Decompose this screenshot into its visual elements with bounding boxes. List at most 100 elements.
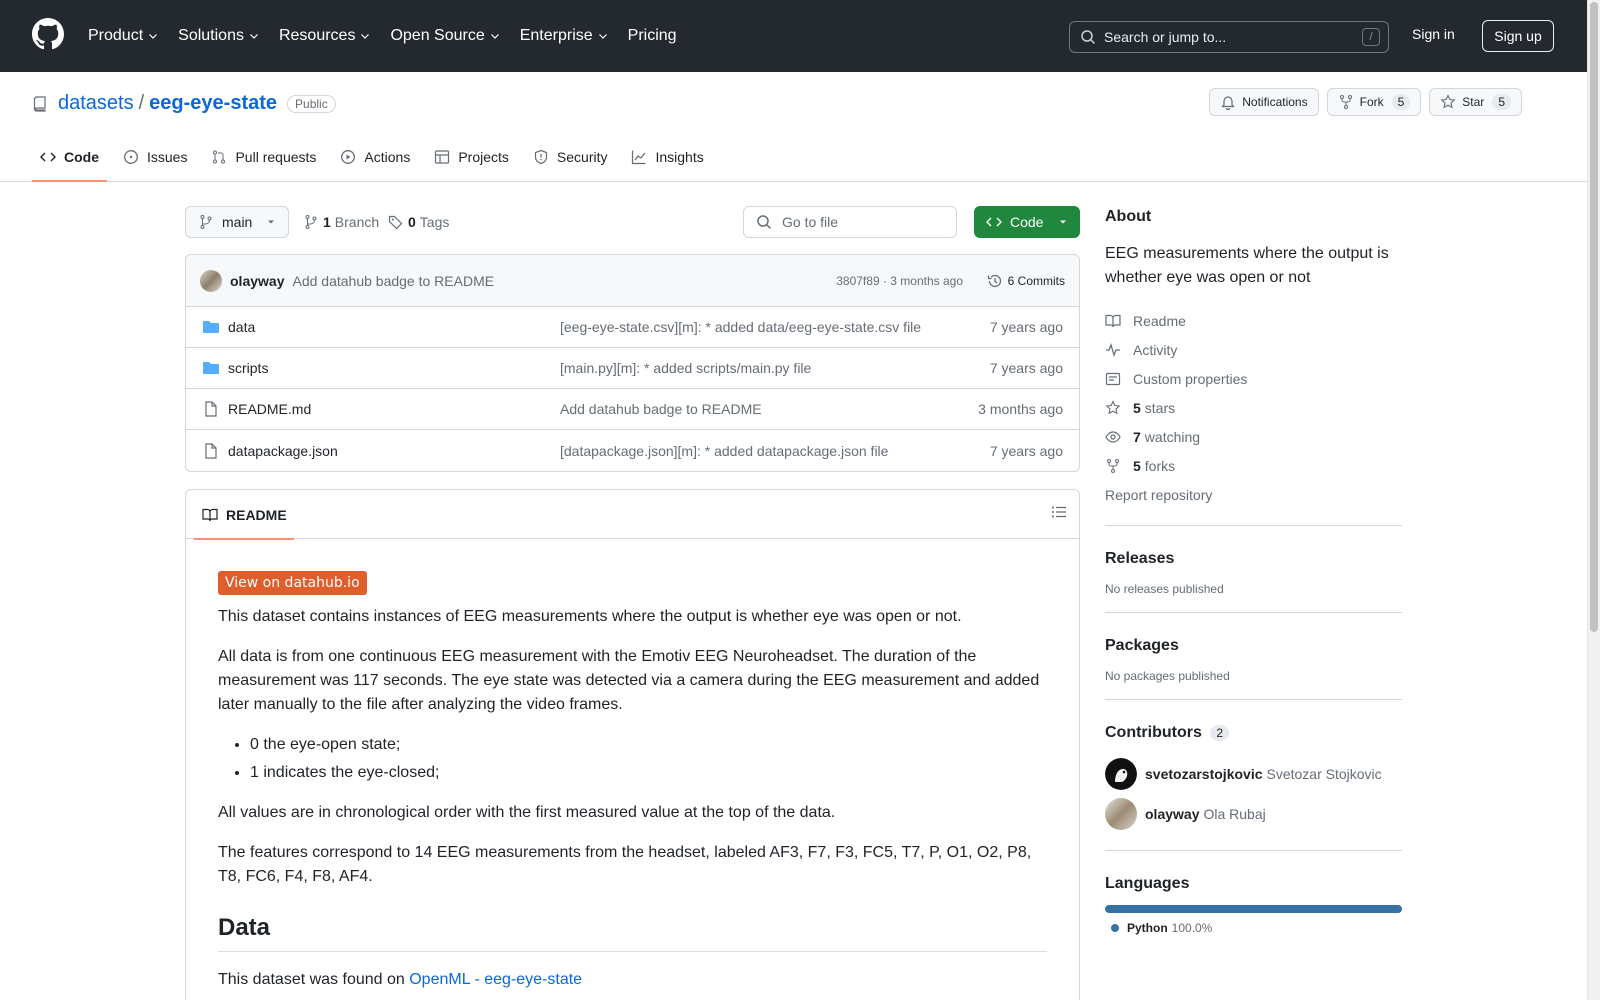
file-commit-message[interactable]: [main.py][m]: * added scripts/main.py fi…	[560, 360, 811, 376]
readme-paragraph: All data is from one continuous EEG meas…	[218, 648, 1040, 713]
nav-solutions[interactable]: Solutions	[178, 27, 266, 45]
search-placeholder: Search or jump to...	[1104, 29, 1227, 45]
repo-actions: Notifications Fork 5 Star 5	[1209, 88, 1522, 116]
readme-paragraph: This dataset contains instances of EEG m…	[218, 608, 962, 625]
language-item[interactable]: Python 100.0%	[1105, 921, 1402, 935]
repo-name-link[interactable]: eeg-eye-state	[149, 92, 277, 115]
commit-author-link[interactable]: olayway	[230, 273, 284, 289]
nav-pricing[interactable]: Pricing	[628, 27, 683, 45]
repo-icon	[33, 95, 46, 112]
table-of-contents-button[interactable]	[1051, 504, 1067, 520]
language-name: Python	[1127, 921, 1168, 935]
tab-label: Code	[64, 149, 99, 165]
readme-link[interactable]: Readme	[1105, 306, 1402, 335]
nav-resources[interactable]: Resources	[279, 27, 377, 45]
tab-actions[interactable]: Actions	[332, 132, 418, 182]
chevron-down-icon	[149, 34, 158, 39]
branches-link[interactable]: 1 Branch	[303, 214, 379, 230]
repo-tabs: Code Issues Pull requests Actions Projec…	[32, 132, 720, 182]
commit-hash-time[interactable]: 3807f89 · 3 months ago	[836, 274, 963, 288]
commits-history-link[interactable]: 6 Commits	[987, 273, 1065, 289]
contributors-header[interactable]: Contributors 2	[1105, 724, 1402, 742]
tags-link[interactable]: 0 Tags	[388, 214, 449, 230]
tab-label: Insights	[655, 149, 704, 165]
star-icon	[1105, 399, 1121, 414]
scrollbar-thumb[interactable]	[1590, 2, 1598, 632]
global-nav: Product Solutions Resources Open Source …	[88, 0, 696, 72]
stars-link[interactable]: 5 stars	[1105, 393, 1402, 422]
code-dropdown-button[interactable]: Code	[974, 206, 1080, 238]
file-commit-message[interactable]: Add datahub badge to README	[560, 401, 762, 417]
fork-button[interactable]: Fork 5	[1326, 88, 1422, 116]
history-icon	[987, 274, 1001, 287]
tag-count: 0	[408, 214, 416, 230]
stars-count: 5	[1133, 399, 1141, 416]
commits-count: 6 Commits	[1007, 273, 1065, 288]
tab-insights[interactable]: Insights	[623, 132, 711, 182]
readme-tab[interactable]: README	[194, 490, 294, 540]
caret-down-icon	[1060, 220, 1066, 224]
star-label: Star	[1462, 95, 1485, 109]
global-search-input[interactable]: Search or jump to... /	[1069, 21, 1389, 53]
list-unordered-icon	[1052, 506, 1066, 518]
packages-title[interactable]: Packages	[1105, 637, 1402, 655]
nav-enterprise[interactable]: Enterprise	[520, 27, 615, 45]
repo-owner-link[interactable]: datasets	[58, 92, 134, 115]
notifications-button[interactable]: Notifications	[1209, 88, 1319, 116]
datahub-badge-link[interactable]: View on datahub.io	[218, 571, 367, 595]
file-commit-message[interactable]: [eeg-eye-state.csv][m]: * added data/eeg…	[560, 319, 921, 335]
latest-commit-row: olayway Add datahub badge to README 3807…	[186, 255, 1079, 307]
github-logo-icon[interactable]	[32, 18, 64, 50]
file-row[interactable]: data [eeg-eye-state.csv][m]: * added dat…	[186, 307, 1079, 348]
nav-open-source[interactable]: Open Source	[390, 27, 506, 45]
file-row[interactable]: README.md Add datahub badge to README 3 …	[186, 389, 1079, 430]
file-row[interactable]: datapackage.json [datapackage.json][m]: …	[186, 430, 1079, 471]
forks-link[interactable]: 5 forks	[1105, 451, 1402, 480]
star-button[interactable]: Star 5	[1429, 88, 1522, 116]
watching-count: 7	[1133, 428, 1141, 445]
sign-up-button[interactable]: Sign up	[1482, 20, 1554, 52]
watching-link[interactable]: 7 watching	[1105, 422, 1402, 451]
contributor-item[interactable]: svetozarstojkovic Svetozar Stojkovic	[1105, 754, 1402, 794]
search-icon	[1081, 30, 1096, 45]
go-to-file-input[interactable]: Go to file	[743, 206, 957, 238]
tab-security[interactable]: Security	[525, 132, 616, 182]
chevron-down-icon	[361, 34, 370, 39]
tab-issues[interactable]: Issues	[115, 132, 195, 182]
list-item: 1 indicates the eye-closed;	[250, 761, 1047, 785]
file-name-link[interactable]: datapackage.json	[228, 443, 338, 459]
nav-product[interactable]: Product	[88, 27, 165, 45]
file-name-link[interactable]: scripts	[228, 360, 268, 376]
readme-heading-data: Data	[218, 913, 1047, 952]
tab-code[interactable]: Code	[32, 132, 107, 182]
page-scrollbar[interactable]	[1587, 0, 1600, 1000]
file-age: 7 years ago	[989, 442, 1063, 459]
contributors-title: Contributors	[1105, 724, 1202, 741]
tag-label: Tags	[419, 214, 450, 230]
branch-select-button[interactable]: main	[185, 206, 289, 238]
file-name-link[interactable]: data	[228, 319, 255, 335]
chevron-down-icon	[250, 34, 258, 39]
note-icon	[1105, 372, 1121, 385]
contributor-item[interactable]: olayway Ola Rubaj	[1105, 794, 1402, 834]
report-repository-link[interactable]: Report repository	[1105, 480, 1402, 509]
avatar[interactable]	[200, 269, 222, 292]
releases-title[interactable]: Releases	[1105, 550, 1402, 568]
commit-message-link[interactable]: Add datahub badge to README	[292, 273, 494, 289]
repo-header: datasets / eeg-eye-state Public Notifica…	[0, 72, 1587, 182]
book-icon	[1105, 314, 1121, 327]
file-browser: olayway Add datahub badge to README 3807…	[185, 254, 1080, 472]
readme-paragraph: All values are in chronological order wi…	[218, 804, 836, 821]
file-commit-message[interactable]: [datapackage.json][m]: * added datapacka…	[560, 443, 888, 459]
activity-link[interactable]: Activity	[1105, 335, 1402, 364]
tab-pull-requests[interactable]: Pull requests	[203, 132, 324, 182]
file-name-link[interactable]: README.md	[228, 401, 311, 417]
sign-in-link[interactable]: Sign in	[1412, 26, 1455, 42]
file-row[interactable]: scripts [main.py][m]: * added scripts/ma…	[186, 348, 1079, 389]
tab-label: Issues	[147, 149, 188, 165]
tab-projects[interactable]: Projects	[426, 132, 517, 182]
bell-icon	[1221, 96, 1236, 110]
custom-properties-link[interactable]: Custom properties	[1105, 364, 1402, 393]
visibility-badge: Public	[287, 94, 336, 113]
openml-link[interactable]: OpenML - eeg-eye-state	[409, 971, 582, 988]
